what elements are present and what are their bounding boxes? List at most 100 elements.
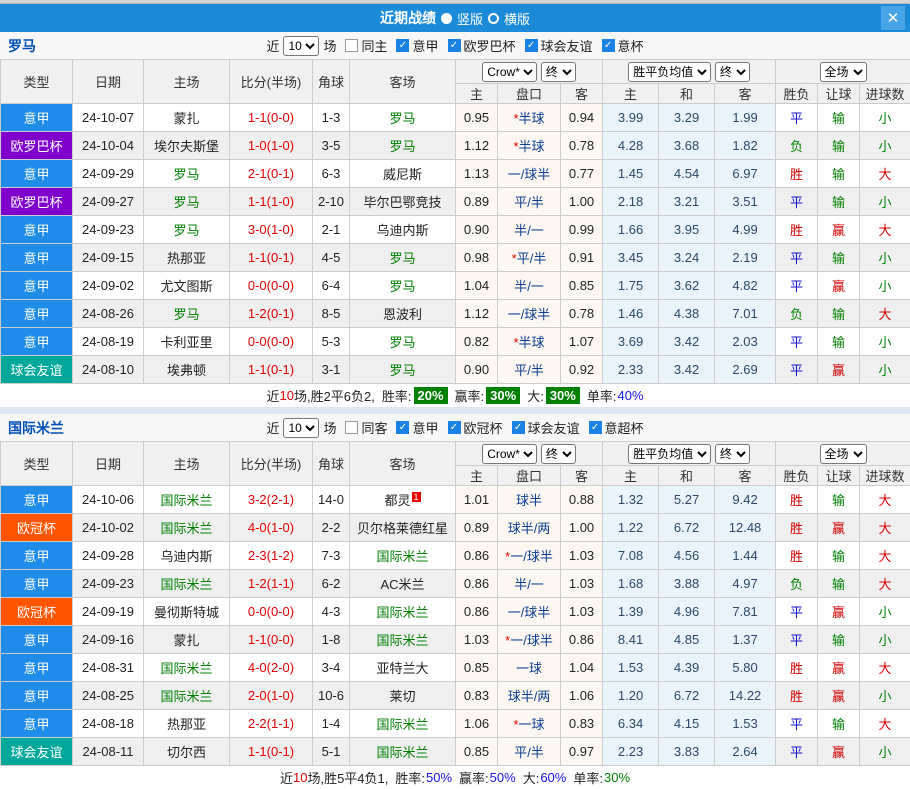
away-odds: 0.83 — [561, 710, 603, 738]
odds-company-select[interactable]: Crow* — [482, 444, 537, 464]
win-avg: 1.45 — [603, 160, 659, 188]
odds-time-select[interactable]: 终 — [541, 62, 576, 82]
stat-label: 胜率: — [382, 386, 412, 405]
win-avg: 1.75 — [603, 272, 659, 300]
result-cell: 平 — [776, 710, 818, 738]
competition-1-label: 欧罗巴杯 — [464, 36, 516, 55]
competition-2-checkbox[interactable]: ✓ — [525, 39, 538, 52]
col-lose-avg: 客 — [715, 84, 776, 104]
result-cell: 负 — [776, 570, 818, 598]
col-result: 胜负 — [776, 84, 818, 104]
stat-value: 30% — [486, 387, 520, 404]
goals-result-cell: 小 — [860, 272, 910, 300]
corner-score: 1-4 — [313, 710, 350, 738]
win-avg: 1.68 — [603, 570, 659, 598]
competition-2-checkbox[interactable]: ✓ — [512, 421, 525, 434]
scope-group: 全场 — [776, 442, 910, 466]
stat-value: 50% — [490, 770, 516, 785]
avg-type-select[interactable]: 胜平负均值 — [628, 62, 711, 82]
corner-score: 3-5 — [313, 132, 350, 160]
competition-1-checkbox[interactable]: ✓ — [448, 421, 461, 434]
draw-avg: 6.72 — [659, 682, 715, 710]
draw-avg: 3.62 — [659, 272, 715, 300]
lose-avg: 1.44 — [715, 542, 776, 570]
vertical-layout-radio[interactable] — [441, 13, 452, 24]
win-avg: 1.66 — [603, 216, 659, 244]
competition-badge: 欧冠杯 — [1, 598, 73, 626]
summary-text: 近 — [280, 768, 293, 787]
home-team: 国际米兰 — [144, 570, 230, 598]
handicap-result-cell: 输 — [818, 486, 860, 514]
match-count-select[interactable]: 10 — [283, 418, 319, 438]
odds-company-select[interactable]: Crow* — [482, 62, 537, 82]
lose-avg: 1.82 — [715, 132, 776, 160]
match-date: 24-08-25 — [73, 682, 144, 710]
home-team: 国际米兰 — [144, 514, 230, 542]
star-marker: * — [513, 111, 518, 126]
fulltime-select[interactable]: 全场 — [820, 444, 867, 464]
horizontal-layout-label[interactable]: 横版 — [504, 9, 530, 28]
handicap-result-cell: 赢 — [818, 272, 860, 300]
away-team: 罗马 — [350, 132, 456, 160]
col-win-avg: 主 — [603, 84, 659, 104]
competition-badge: 意甲 — [1, 328, 73, 356]
filter-bar: 近10场同主✓意甲✓欧罗巴杯✓球会友谊✓意杯 — [0, 36, 910, 56]
stat-value: 50% — [426, 770, 452, 785]
stat-label: 赢率: — [455, 386, 485, 405]
corner-score: 2-10 — [313, 188, 350, 216]
match-date: 24-09-19 — [73, 598, 144, 626]
close-button[interactable]: ✕ — [881, 6, 905, 30]
horizontal-layout-radio[interactable] — [488, 13, 499, 24]
home-odds: 0.90 — [456, 356, 498, 384]
away-team: 威尼斯 — [350, 160, 456, 188]
match-date: 24-08-10 — [73, 356, 144, 384]
close-icon: ✕ — [887, 9, 900, 27]
result-cell: 胜 — [776, 542, 818, 570]
match-row: 球会友谊24-08-11切尔西1-1(0-1)5-1国际米兰0.85平/半0.9… — [1, 738, 910, 766]
home-odds: 1.04 — [456, 272, 498, 300]
avg-time-select[interactable]: 终 — [715, 62, 750, 82]
home-odds: 1.12 — [456, 132, 498, 160]
competition-3-checkbox[interactable]: ✓ — [602, 39, 615, 52]
result-cell: 平 — [776, 188, 818, 216]
competition-1-checkbox[interactable]: ✓ — [448, 39, 461, 52]
handicap-result-cell: 输 — [818, 300, 860, 328]
corner-score: 6-2 — [313, 570, 350, 598]
competition-0-checkbox[interactable]: ✓ — [396, 39, 409, 52]
vertical-layout-label[interactable]: 竖版 — [457, 9, 483, 28]
avg-time-select[interactable]: 终 — [715, 444, 750, 464]
competition-badge: 意甲 — [1, 682, 73, 710]
home-odds: 0.98 — [456, 244, 498, 272]
odds-time-select[interactable]: 终 — [541, 444, 576, 464]
score-cell: 4-0(1-0) — [230, 514, 313, 542]
lose-avg: 1.53 — [715, 710, 776, 738]
away-odds: 0.92 — [561, 356, 603, 384]
result-cell: 胜 — [776, 160, 818, 188]
competition-badge: 意甲 — [1, 244, 73, 272]
avg-type-select[interactable]: 胜平负均值 — [628, 444, 711, 464]
same-venue-checkbox[interactable] — [345, 421, 358, 434]
fulltime-select[interactable]: 全场 — [820, 62, 867, 82]
competition-badge: 意甲 — [1, 486, 73, 514]
same-venue-checkbox[interactable] — [345, 39, 358, 52]
handicap-result-cell: 赢 — [818, 514, 860, 542]
competition-0-checkbox[interactable]: ✓ — [396, 421, 409, 434]
score-cell: 0-0(0-0) — [230, 328, 313, 356]
match-row: 意甲24-08-25国际米兰2-0(1-0)10-6莱切0.83球半/两1.06… — [1, 682, 910, 710]
goals-result-cell: 大 — [860, 300, 910, 328]
record-summary: 近10场,胜5平4负1,胜率:50%赢率:50%大:60%单率:30% — [0, 766, 910, 789]
competition-0-label: 意甲 — [412, 36, 438, 55]
away-team: 亚特兰大 — [350, 654, 456, 682]
match-row: 意甲24-09-16蒙扎1-1(0-0)1-8国际米兰1.03*一/球半0.86… — [1, 626, 910, 654]
scope-group: 全场 — [776, 60, 910, 84]
away-odds: 1.00 — [561, 188, 603, 216]
near-label: 近 — [266, 36, 279, 55]
home-team: 曼彻斯特城 — [144, 598, 230, 626]
competition-0-label: 意甲 — [412, 418, 438, 437]
competition-3-checkbox[interactable]: ✓ — [589, 421, 602, 434]
competition-badge: 意甲 — [1, 542, 73, 570]
home-odds: 0.89 — [456, 188, 498, 216]
match-count-select[interactable]: 10 — [283, 36, 319, 56]
home-team: 热那亚 — [144, 710, 230, 738]
col-corner: 角球 — [313, 442, 350, 486]
